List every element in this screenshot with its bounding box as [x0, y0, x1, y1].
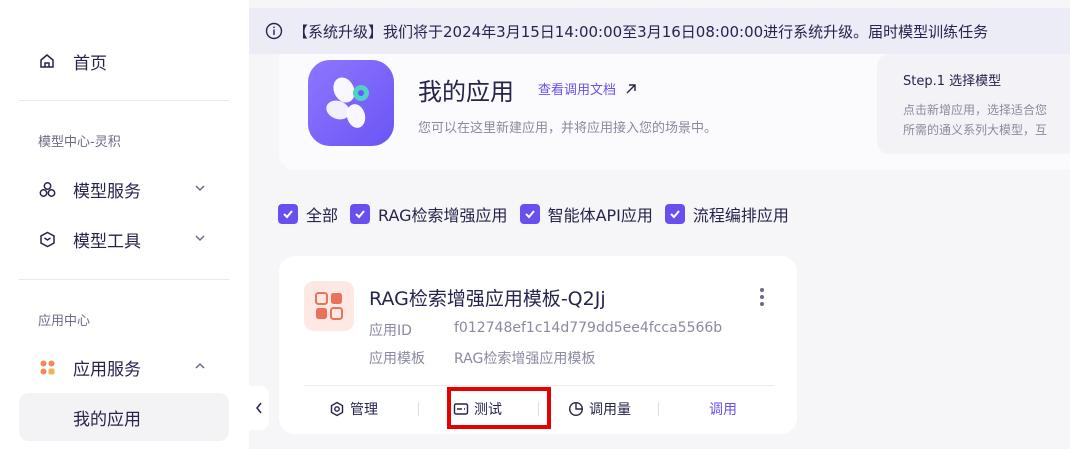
- step-guide-card: Step.1 选择模型 点击新增应用，选择适合您 所需的通义系列大模型，互: [877, 54, 1070, 154]
- settings-icon: [330, 401, 344, 417]
- sidebar-item-home[interactable]: 首页: [19, 37, 229, 85]
- app-logo: [308, 60, 394, 146]
- checkbox-checked-icon[interactable]: [350, 204, 371, 224]
- more-options-icon[interactable]: [753, 286, 771, 308]
- step-description-line: 点击新增应用，选择适合您: [903, 103, 1048, 117]
- card-divider: [304, 385, 774, 386]
- checkbox-checked-icon[interactable]: [519, 204, 540, 224]
- app-type-filters: 全部 RAG检索增强应用 智能体API应用 流程编排应用: [278, 202, 801, 226]
- external-arrow-icon: [626, 83, 636, 93]
- app-card: RAG检索增强应用模板-Q2Jj 应用ID f012748ef1c14d779d…: [279, 256, 797, 434]
- step-description: 点击新增应用，选择适合您 所需的通义系列大模型，互: [903, 100, 1070, 140]
- app-id-value: f012748ef1c14d779dd5ee4fcca5566b: [454, 320, 723, 336]
- filter-agent-api[interactable]: 智能体API应用: [519, 202, 653, 226]
- filter-label: RAG检索增强应用: [378, 206, 508, 225]
- chevron-up-icon: [195, 362, 205, 369]
- manage-button[interactable]: 管理: [329, 397, 378, 421]
- action-separator: [418, 402, 419, 416]
- app-template-label: 应用模板: [369, 351, 425, 367]
- section-label-model-center: 模型中心-灵积: [38, 135, 121, 150]
- invoke-button[interactable]: 调用: [709, 397, 737, 421]
- chevron-left-icon: [256, 402, 262, 414]
- sidebar-item-label: 首页: [73, 53, 107, 74]
- page-description: 您可以在这里新建应用，并将应用接入您的场景中。: [418, 121, 718, 136]
- filter-label: 智能体API应用: [547, 206, 653, 225]
- chevron-down-icon: [195, 185, 205, 192]
- model-tools-icon: [38, 230, 56, 248]
- app-id-label: 应用ID: [369, 323, 412, 339]
- filter-label: 流程编排应用: [692, 206, 789, 225]
- action-separator: [658, 402, 659, 416]
- view-docs-link[interactable]: 查看调用文档: [538, 79, 638, 98]
- sidebar-item-label: 模型工具: [73, 231, 141, 252]
- chevron-down-icon: [195, 235, 205, 242]
- sidebar-divider: [19, 100, 229, 101]
- sidebar-item-label: 我的应用: [73, 409, 141, 430]
- filter-workflow[interactable]: 流程编排应用: [664, 202, 789, 226]
- highlight-box: [447, 387, 551, 429]
- step-description-line: 所需的通义系列大模型，互: [903, 123, 1048, 137]
- step-title: Step.1 选择模型: [903, 74, 1002, 89]
- sidebar-item-model-service[interactable]: 模型服务: [19, 165, 229, 213]
- page-title: 我的应用: [418, 78, 514, 106]
- app-template-value: RAG检索增强应用模板: [454, 351, 596, 367]
- filter-label: 全部: [306, 206, 339, 225]
- hero-panel: 我的应用 查看调用文档 您可以在这里新建应用，并将应用接入您的场景中。 Step…: [279, 54, 1070, 170]
- pie-chart-icon: [568, 401, 584, 417]
- filter-rag[interactable]: RAG检索增强应用: [350, 202, 508, 226]
- app-service-icon: [38, 358, 56, 376]
- model-service-icon: [38, 180, 56, 198]
- sidebar-item-label: 应用服务: [73, 359, 141, 380]
- rag-app-icon: [304, 281, 354, 331]
- usage-label: 调用量: [589, 402, 631, 418]
- view-docs-link-label: 查看调用文档: [538, 83, 617, 98]
- checkbox-checked-icon[interactable]: [664, 204, 685, 224]
- invoke-label: 调用: [709, 402, 737, 418]
- info-icon: [265, 22, 283, 40]
- notice-text: 【系统升级】我们将于2024年3月15日14:00:00至3月16日08:00:…: [293, 22, 989, 41]
- filter-all[interactable]: 全部: [278, 202, 338, 226]
- section-label-app-center: 应用中心: [38, 314, 91, 329]
- usage-button[interactable]: 调用量: [568, 397, 631, 421]
- sidebar-divider: [19, 279, 229, 280]
- system-notice-banner: 【系统升级】我们将于2024年3月15日14:00:00至3月16日08:00:…: [249, 8, 1070, 54]
- sidebar: 首页 模型中心-灵积 模型服务 模型工具 应用中心 应用服务 我的应用: [0, 0, 249, 449]
- checkbox-checked-icon[interactable]: [278, 204, 298, 224]
- manage-label: 管理: [350, 402, 378, 418]
- sidebar-item-label: 模型服务: [73, 181, 141, 202]
- main-content: 【系统升级】我们将于2024年3月15日14:00:00至3月16日08:00:…: [249, 0, 1070, 449]
- home-icon: [38, 52, 56, 70]
- sidebar-item-my-apps[interactable]: 我的应用: [19, 393, 229, 441]
- collapse-sidebar-button[interactable]: [249, 386, 269, 430]
- app-logo-icon: [326, 77, 369, 128]
- sidebar-item-model-tools[interactable]: 模型工具: [19, 215, 229, 263]
- sidebar-item-app-service[interactable]: 应用服务: [19, 343, 229, 391]
- app-name: RAG检索增强应用模板-Q2Jj: [369, 288, 606, 310]
